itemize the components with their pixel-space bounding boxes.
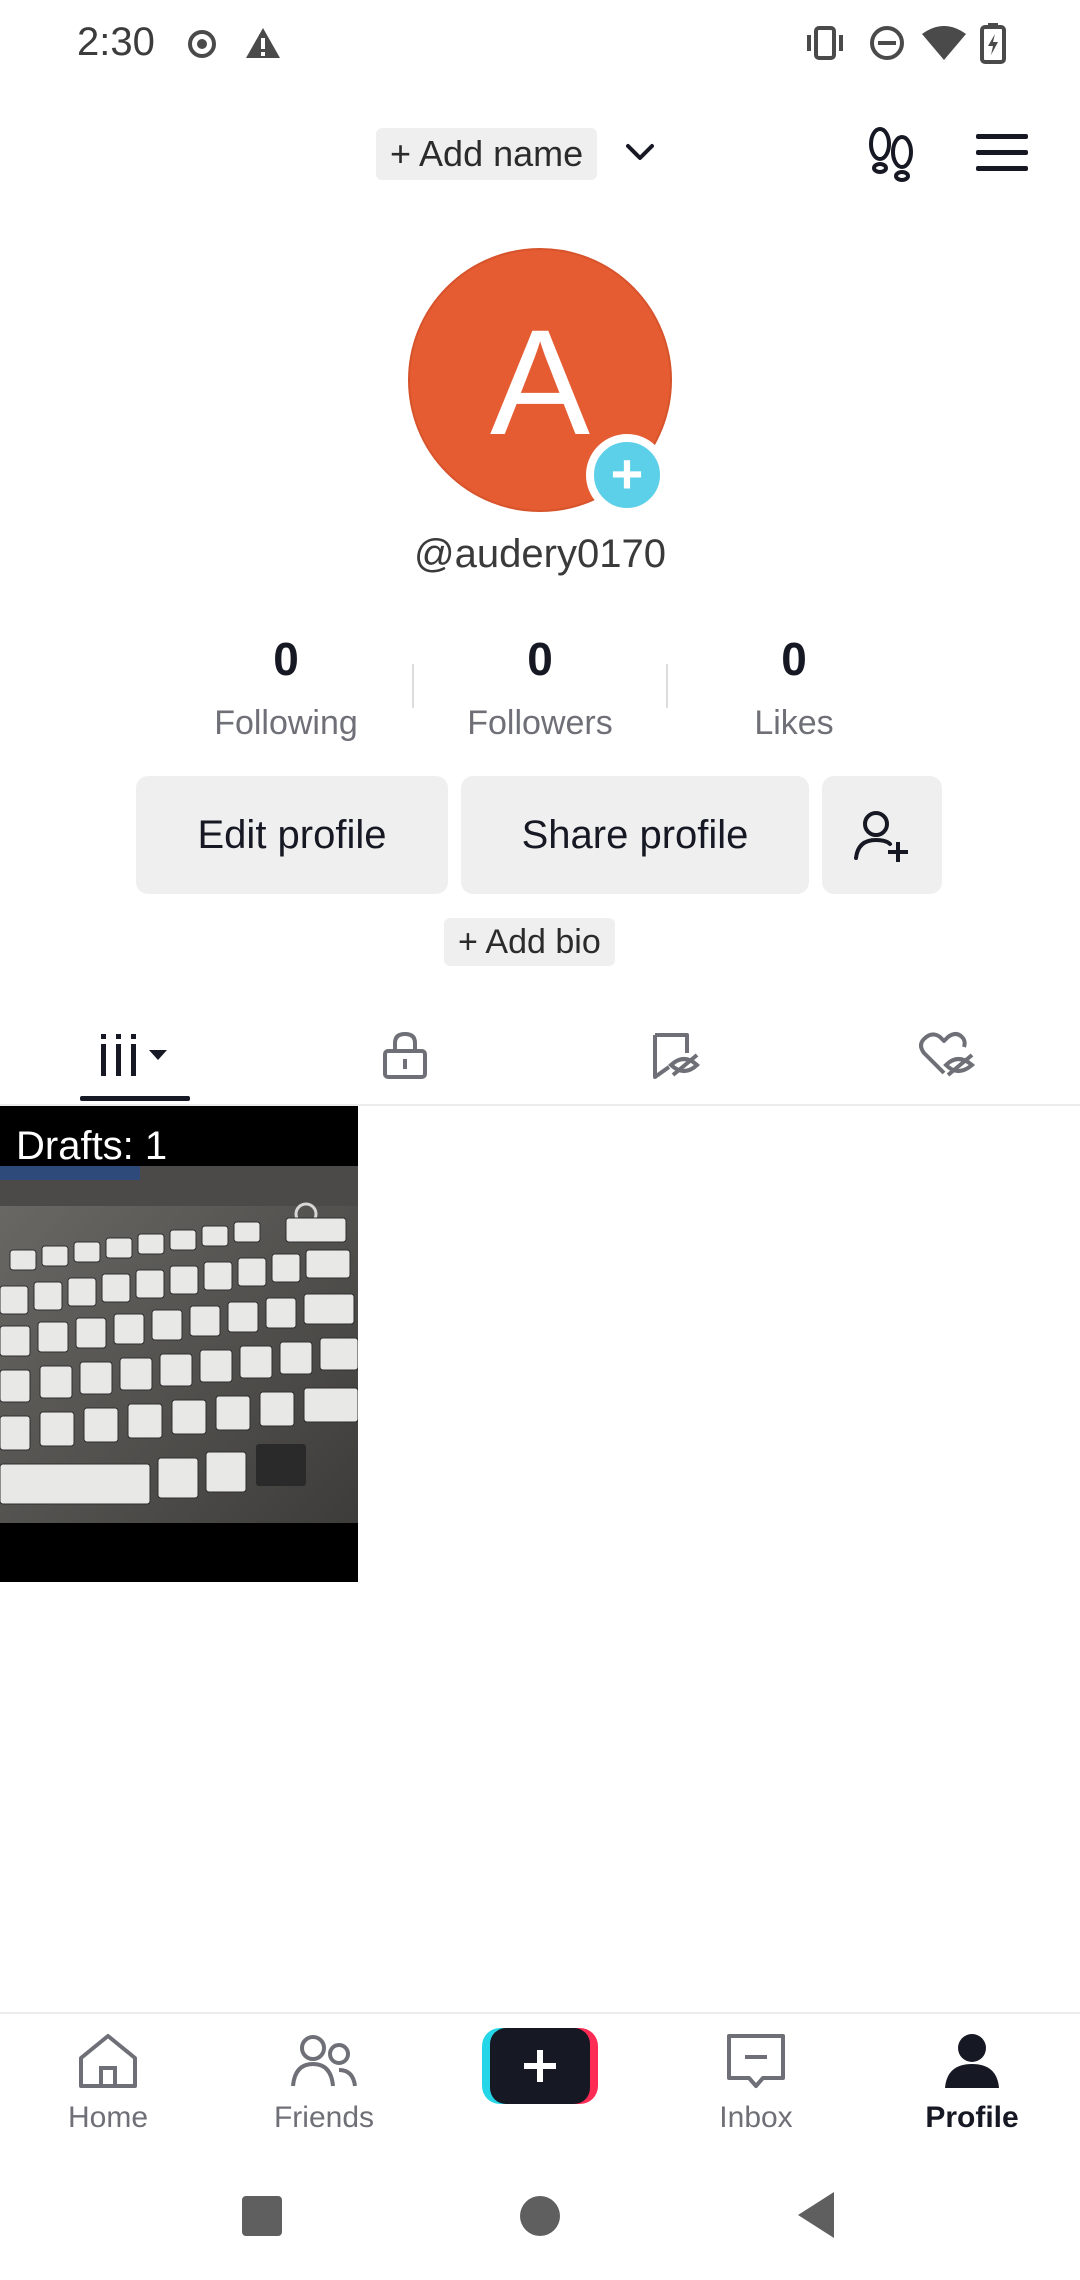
warning-icon xyxy=(246,28,280,58)
repost-hidden-icon xyxy=(653,1033,700,1079)
add-bio-button[interactable]: + Add bio xyxy=(444,918,615,966)
inbox-icon xyxy=(727,2034,785,2088)
drafts-count-label: Drafts: 1 xyxy=(16,1124,168,1168)
wifi-icon xyxy=(922,26,966,60)
home-system-button[interactable] xyxy=(518,2194,562,2238)
record-icon xyxy=(188,30,216,58)
followers-stat[interactable]: 0 Followers xyxy=(413,632,667,743)
likes-stat[interactable]: 0 Likes xyxy=(667,632,921,743)
recents-button[interactable] xyxy=(240,2194,284,2238)
nav-friends-label: Friends xyxy=(273,2101,375,2134)
friends-icon xyxy=(291,2035,357,2087)
nav-inbox[interactable]: Inbox xyxy=(666,2030,846,2135)
menu-icon[interactable] xyxy=(974,130,1030,176)
share-profile-button[interactable]: Share profile xyxy=(461,776,809,894)
tab-videos[interactable] xyxy=(16,1010,256,1100)
grid-icon xyxy=(101,1034,167,1076)
tab-private[interactable] xyxy=(285,1010,525,1100)
add-avatar-button[interactable]: + xyxy=(586,434,668,516)
lock-icon xyxy=(383,1031,427,1079)
draft-thumbnail-image xyxy=(0,1166,358,1523)
followers-count: 0 xyxy=(527,633,553,685)
add-user-icon xyxy=(854,811,908,862)
following-stat[interactable]: 0 Following xyxy=(159,632,413,743)
nav-home[interactable]: Home xyxy=(18,2030,198,2135)
add-name-button[interactable]: + Add name xyxy=(376,128,598,180)
following-count: 0 xyxy=(273,633,299,685)
tab-liked[interactable] xyxy=(826,1010,1066,1100)
add-friend-button[interactable] xyxy=(822,776,942,894)
nav-inbox-label: Inbox xyxy=(719,2101,793,2134)
footprints-icon[interactable] xyxy=(864,124,920,184)
profile-icon xyxy=(945,2034,999,2088)
nav-friends[interactable]: Friends xyxy=(234,2030,414,2135)
active-tab-indicator xyxy=(80,1096,190,1101)
do-not-disturb-icon xyxy=(870,26,904,60)
tab-reposts[interactable] xyxy=(555,1010,795,1100)
likes-count: 0 xyxy=(781,633,807,685)
create-button[interactable] xyxy=(482,2028,598,2104)
likes-label: Likes xyxy=(754,704,834,742)
status-time: 2:30 xyxy=(77,20,155,64)
following-label: Following xyxy=(214,704,358,742)
followers-label: Followers xyxy=(467,704,613,742)
edit-profile-button[interactable]: Edit profile xyxy=(136,776,448,894)
home-icon xyxy=(79,2034,137,2088)
back-button[interactable] xyxy=(794,2190,838,2240)
nav-profile-label: Profile xyxy=(925,2101,1019,2134)
chevron-down-icon[interactable] xyxy=(624,140,656,166)
nav-profile[interactable]: Profile xyxy=(882,2030,1062,2135)
vibrate-icon xyxy=(807,26,843,60)
battery-charging-icon xyxy=(980,23,1006,64)
liked-hidden-icon xyxy=(919,1032,976,1077)
username: @audery0170 xyxy=(414,532,666,576)
nav-home-label: Home xyxy=(67,2101,149,2134)
